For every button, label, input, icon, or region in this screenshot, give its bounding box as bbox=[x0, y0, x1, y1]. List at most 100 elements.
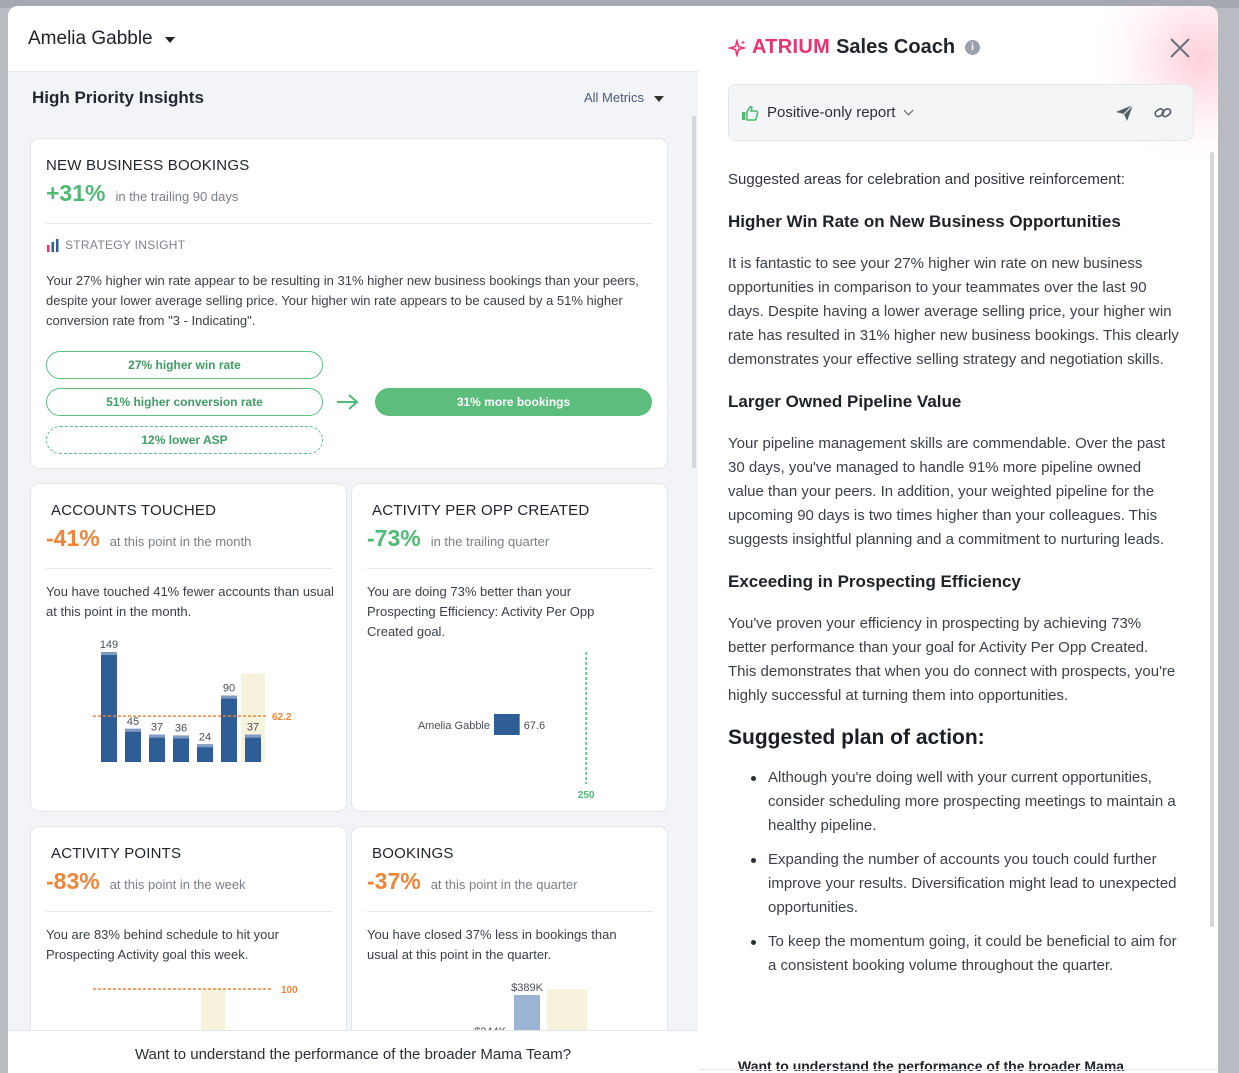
sparkle-icon bbox=[728, 38, 746, 57]
send-icon[interactable] bbox=[1115, 104, 1135, 122]
driver-pill[interactable]: 27% higher win rate bbox=[46, 351, 323, 379]
metrics-filter-dropdown[interactable]: All Metrics bbox=[584, 90, 664, 105]
chart-bar bbox=[101, 652, 117, 762]
driver-pill[interactable]: 51% higher conversion rate bbox=[46, 388, 323, 416]
report-intro: Suggested areas for celebration and posi… bbox=[728, 171, 1125, 188]
caret-down-icon bbox=[653, 95, 664, 102]
team-prompt-heading: Want to understand the performance of th… bbox=[738, 1058, 1125, 1073]
activity-points-chart: 100 bbox=[93, 985, 298, 1035]
divider bbox=[46, 223, 652, 224]
chart-bar bbox=[514, 995, 540, 1035]
chart-bar-cap bbox=[149, 734, 165, 738]
chart-bar-cap bbox=[221, 695, 237, 699]
category-label: Amelia Gabble bbox=[418, 720, 490, 732]
chart-bar bbox=[173, 735, 189, 762]
report-heading: Exceeding in Prospecting Efficiency bbox=[728, 572, 1021, 591]
data-label: 36 bbox=[175, 722, 187, 734]
close-icon[interactable] bbox=[1168, 36, 1192, 60]
highlight-bar bbox=[201, 989, 225, 1035]
chart-bar bbox=[221, 695, 237, 762]
report-paragraph: Your pipeline management skills are comm… bbox=[728, 435, 1166, 548]
link-icon[interactable] bbox=[1153, 104, 1173, 122]
metric-change: -83% bbox=[46, 868, 100, 894]
report-heading: Higher Win Rate on New Business Opportun… bbox=[728, 212, 1121, 231]
info-icon[interactable]: i bbox=[965, 40, 981, 55]
plan-item: To keep the momentum going, it could be … bbox=[751, 930, 1180, 978]
sales-coach-panel: ATRIUM Sales Coach i Positive-only repor… bbox=[698, 6, 1218, 1073]
activity-points-card: ACTIVITY POINTS -83% at this point in th… bbox=[30, 826, 347, 1056]
divider bbox=[46, 568, 332, 569]
card-title: NEW BUSINESS BOOKINGS bbox=[46, 157, 250, 174]
coach-header: ATRIUM Sales Coach i bbox=[728, 36, 981, 59]
metric-period: at this point in the week bbox=[109, 877, 246, 892]
scrollbar[interactable] bbox=[692, 116, 696, 468]
chart-bar bbox=[149, 734, 165, 762]
card-title: ACCOUNTS TOUCHED bbox=[51, 502, 217, 519]
brand-name: ATRIUM bbox=[752, 36, 831, 58]
coach-report: Suggested areas for celebration and posi… bbox=[728, 168, 1180, 988]
goal-label: 250 bbox=[578, 790, 595, 801]
bookings-insight-card: NEW BUSINESS BOOKINGS +31% in the traili… bbox=[30, 138, 668, 469]
metric-period: at this point in the month bbox=[109, 534, 252, 549]
accounts-touched-card: ACCOUNTS TOUCHED -41% at this point in t… bbox=[30, 483, 347, 812]
divider bbox=[367, 568, 653, 569]
chart-bar-cap bbox=[125, 728, 141, 732]
report-options-box: Positive-only report bbox=[728, 84, 1194, 141]
data-label: 37 bbox=[151, 722, 163, 734]
data-label: 90 bbox=[223, 683, 235, 695]
team-prompt[interactable]: Want to understand the performance of th… bbox=[8, 1030, 698, 1073]
metric-description: You are 83% behind schedule to hit your … bbox=[46, 927, 279, 962]
plan-item: Expanding the number of accounts you tou… bbox=[751, 848, 1180, 920]
coach-title: Sales Coach bbox=[836, 36, 956, 58]
thumbs-up-icon bbox=[742, 105, 759, 121]
chart-bar-cap bbox=[173, 735, 189, 739]
bookings-bar-chart: $389K$244K bbox=[474, 982, 587, 1035]
section-title: High Priority Insights bbox=[32, 88, 204, 107]
driver-pill[interactable]: 12% lower ASP bbox=[46, 426, 323, 454]
metrics-filter-label: All Metrics bbox=[584, 90, 644, 105]
plan-list: Although you're doing well with your cur… bbox=[728, 766, 1180, 978]
metric-description: You are doing 73% better than your Prosp… bbox=[367, 584, 595, 639]
data-label: 67.6 bbox=[524, 720, 545, 732]
metric-description: You have touched 41% fewer accounts than… bbox=[46, 584, 334, 619]
scrollbar[interactable] bbox=[1210, 152, 1214, 927]
team-prompt-text: Want to understand the performance of th… bbox=[134, 1045, 572, 1063]
card-title: ACTIVITY PER OPP CREATED bbox=[372, 502, 590, 519]
chart-bar bbox=[125, 728, 141, 762]
metric-change: -41% bbox=[46, 525, 100, 551]
caret-down-icon bbox=[164, 36, 175, 43]
activity-per-opp-card: ACTIVITY PER OPP CREATED -73% in the tra… bbox=[351, 483, 668, 812]
chevron-down-icon bbox=[903, 105, 914, 116]
chart-bar-cap bbox=[197, 744, 213, 748]
result-pill[interactable]: 31% more bookings bbox=[375, 388, 652, 416]
insight-label: STRATEGY INSIGHT bbox=[65, 238, 186, 252]
arrow-right-icon bbox=[337, 394, 359, 410]
highlight-bar bbox=[547, 989, 587, 1035]
metric-change: +31% bbox=[46, 180, 106, 206]
chart-bar bbox=[245, 734, 261, 762]
report-type-label: Positive-only report bbox=[767, 104, 896, 121]
data-label: 24 bbox=[199, 731, 211, 743]
user-selector[interactable]: Amelia Gabble bbox=[8, 6, 698, 72]
bookings-card: BOOKINGS -37% at this point in the quart… bbox=[351, 826, 668, 1056]
plan-title: Suggested plan of action: bbox=[728, 726, 985, 749]
metric-change: -37% bbox=[367, 868, 421, 894]
card-title: ACTIVITY POINTS bbox=[51, 845, 182, 862]
metric-description: You have closed 37% less in bookings tha… bbox=[367, 927, 617, 962]
report-type-dropdown[interactable]: Positive-only report bbox=[759, 104, 914, 121]
metric-period: at this point in the quarter bbox=[430, 877, 578, 892]
report-paragraph: You've proven your efficiency in prospec… bbox=[728, 615, 1176, 704]
strategy-chart-icon bbox=[47, 239, 59, 252]
accounts-bar-chart: 149 45 37 36 24 90 37 62.2 bbox=[93, 639, 292, 762]
activity-per-opp-chart: Amelia Gabble 67.6 250 bbox=[418, 652, 595, 801]
data-label: 149 bbox=[100, 639, 118, 651]
user-name: Amelia Gabble bbox=[28, 27, 153, 49]
chart-bar bbox=[494, 714, 520, 735]
card-title: BOOKINGS bbox=[372, 845, 454, 862]
chart-bar-cap bbox=[245, 734, 261, 738]
divider bbox=[367, 911, 653, 912]
data-label: $389K bbox=[511, 982, 543, 994]
data-label: 45 bbox=[127, 716, 139, 728]
insight-text: Your 27% higher win rate appear to be re… bbox=[46, 273, 639, 328]
goal-label: 100 bbox=[281, 985, 298, 996]
